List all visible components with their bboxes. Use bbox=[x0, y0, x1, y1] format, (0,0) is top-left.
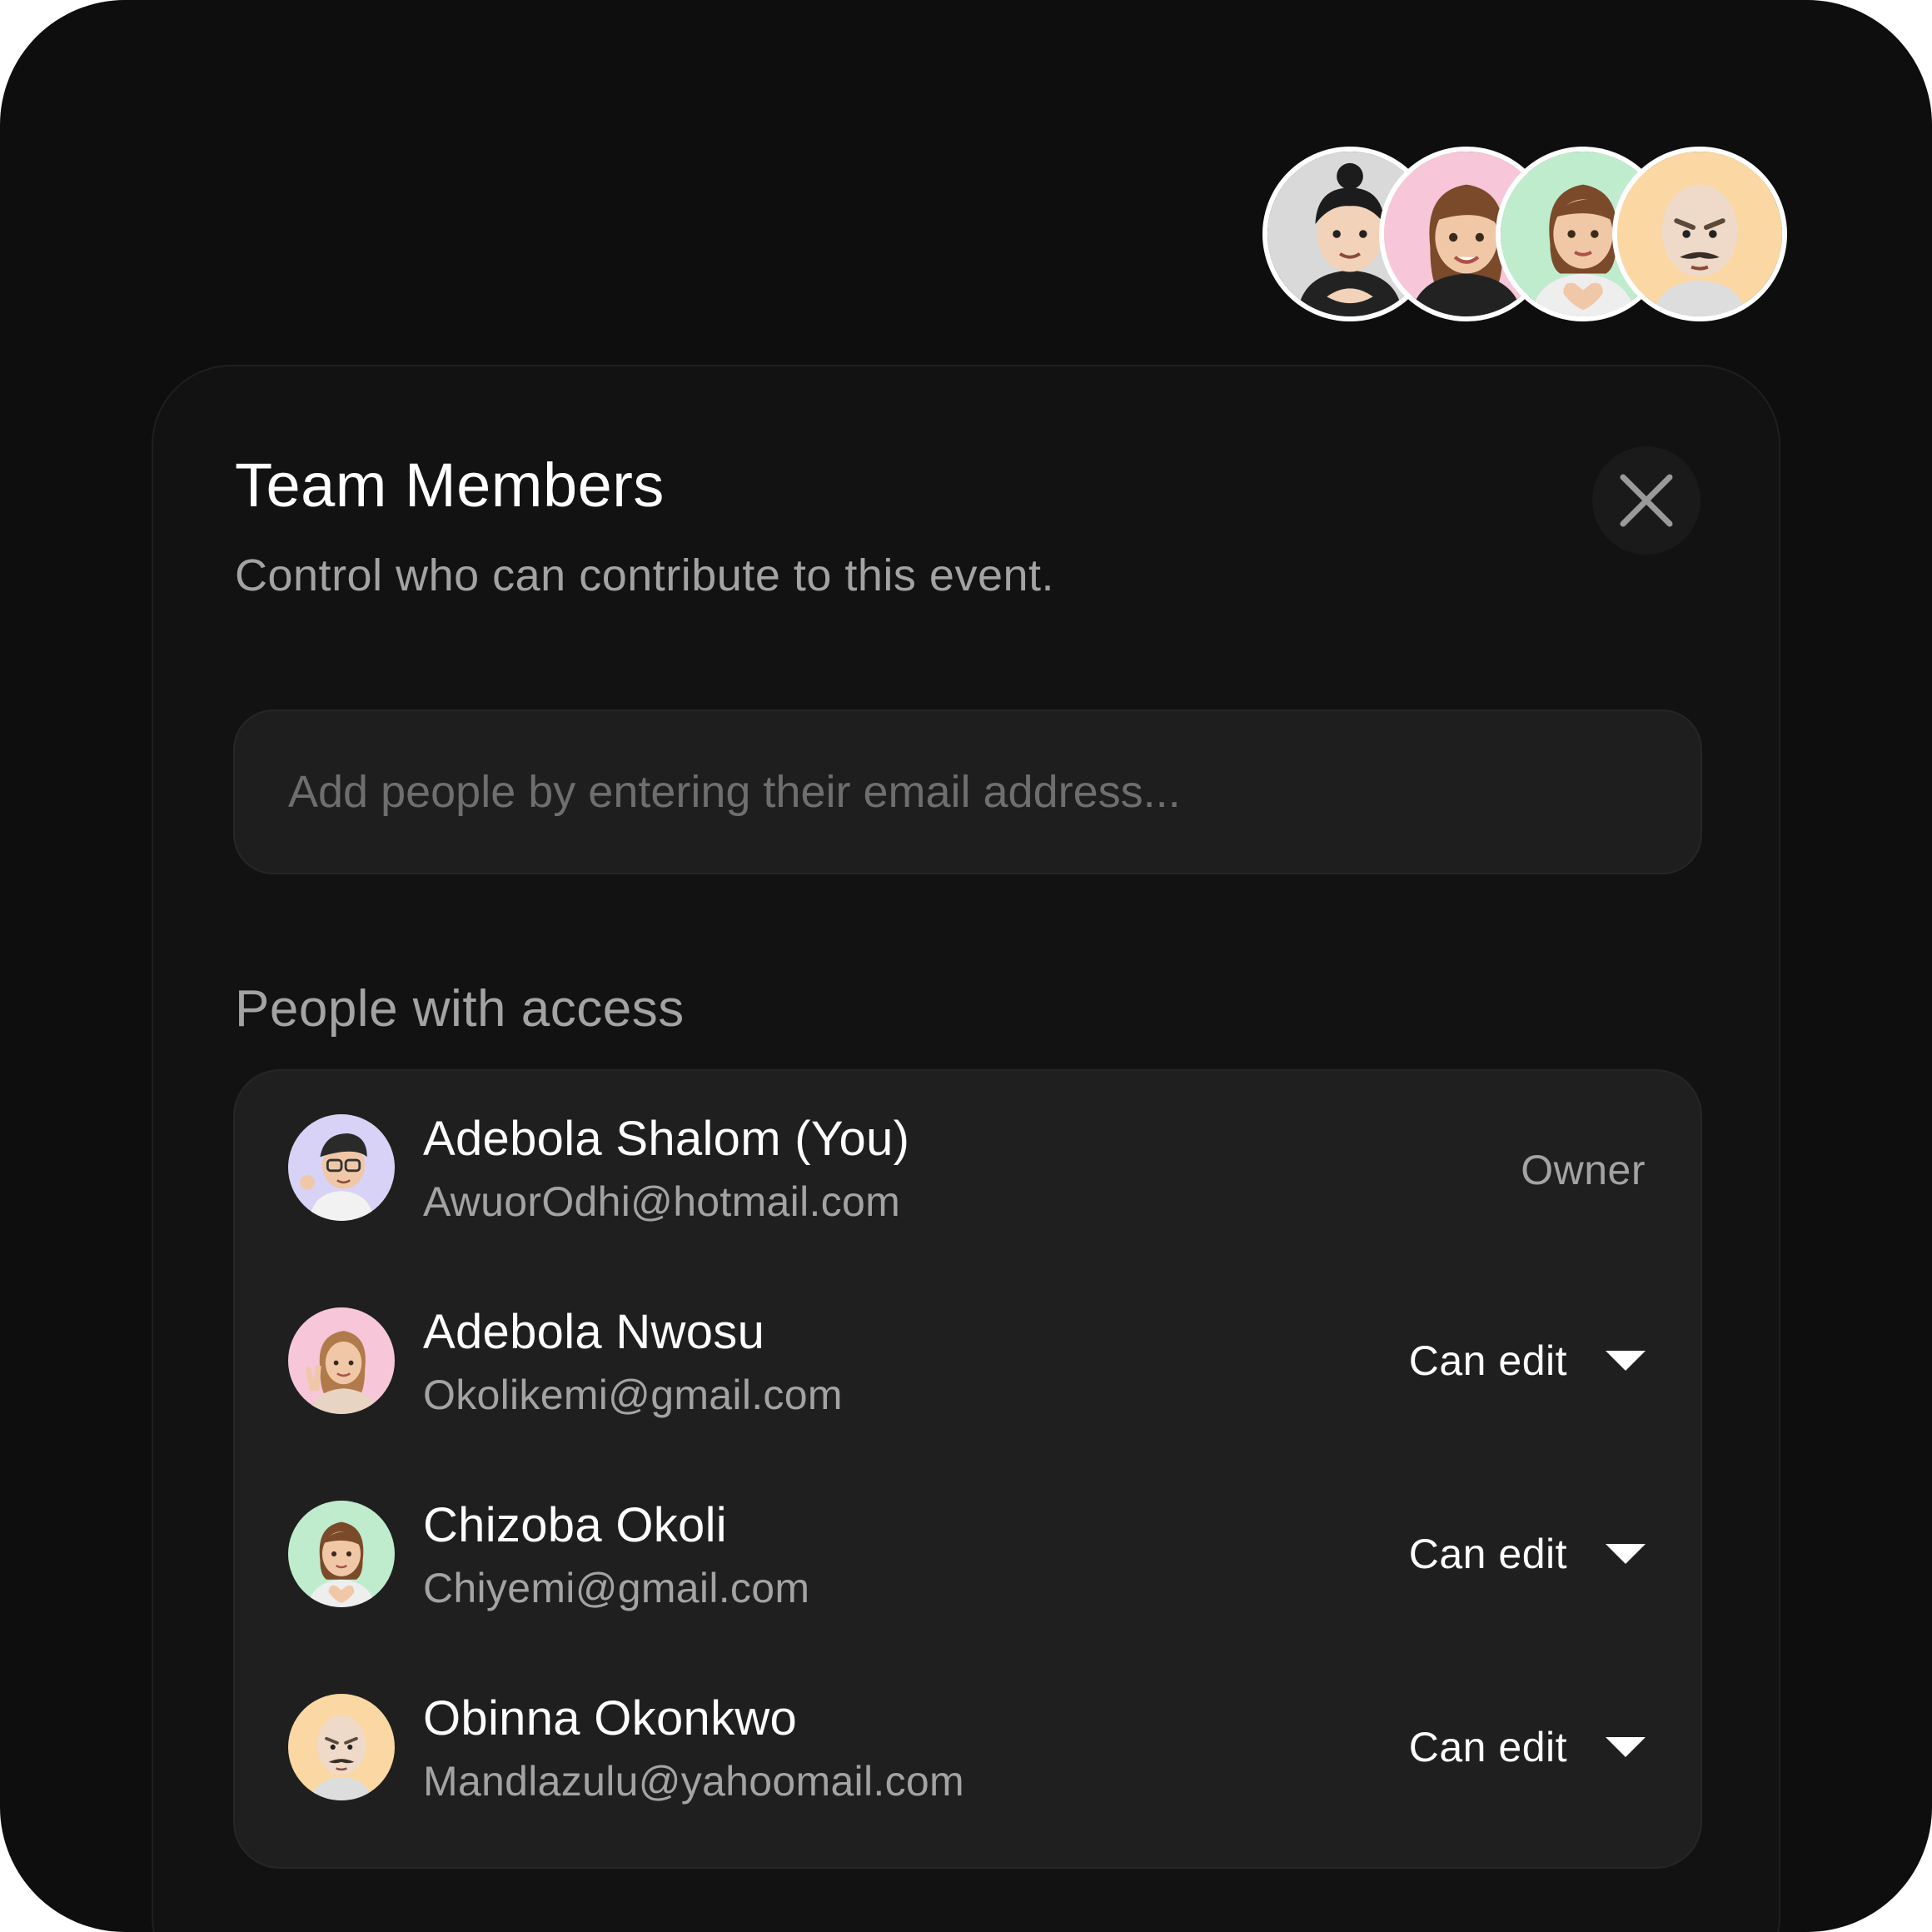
team-members-dialog: Team Members Control who can contribute … bbox=[152, 365, 1780, 1932]
people-with-access-label: People with access bbox=[235, 980, 685, 1038]
dialog-title: Team Members bbox=[235, 451, 665, 520]
memoji-bald-man-avatar bbox=[288, 1694, 395, 1800]
avatar bbox=[288, 1114, 395, 1221]
list-item: Obinna Okonkwo Mandlazulu@yahoomail.com … bbox=[235, 1651, 1700, 1844]
chevron-down-icon bbox=[1606, 1351, 1646, 1371]
avatar bbox=[288, 1694, 395, 1800]
app-frame: Team Members Control who can contribute … bbox=[0, 0, 1932, 1932]
role-dropdown[interactable]: Can edit bbox=[1409, 1519, 1646, 1589]
member-email: Okolikemi@gmail.com bbox=[423, 1372, 843, 1418]
people-list: Adebola Shalom (You) AwuorOdhi@hotmail.c… bbox=[233, 1069, 1702, 1869]
close-icon bbox=[1620, 474, 1673, 527]
avatar bbox=[288, 1307, 395, 1414]
avatar bbox=[288, 1501, 395, 1607]
chevron-down-icon bbox=[1606, 1544, 1646, 1564]
member-email: Mandlazulu@yahoomail.com bbox=[423, 1758, 964, 1805]
close-button[interactable] bbox=[1592, 446, 1700, 555]
member-name: Chizoba Okoli bbox=[423, 1498, 727, 1552]
dialog-subtitle: Control who can contribute to this event… bbox=[235, 550, 1055, 600]
memoji-glasses-avatar bbox=[288, 1114, 395, 1221]
role-dropdown[interactable]: Can edit bbox=[1409, 1326, 1646, 1396]
member-name: Obinna Okonkwo bbox=[423, 1691, 798, 1745]
memoji-bald-man-avatar bbox=[1617, 152, 1782, 316]
chevron-down-icon bbox=[1606, 1737, 1646, 1757]
role-dropdown[interactable]: Can edit bbox=[1409, 1712, 1646, 1782]
member-email: Chiyemi@gmail.com bbox=[423, 1565, 810, 1611]
list-item: Chizoba Okoli Chiyemi@gmail.com Can edit bbox=[235, 1457, 1700, 1651]
role-label: Can edit bbox=[1408, 1724, 1567, 1770]
owner-role-label: Owner bbox=[1521, 1147, 1646, 1193]
member-avatar-group[interactable] bbox=[1262, 147, 1787, 321]
memoji-peace-sign-avatar bbox=[288, 1307, 395, 1414]
role-label: Can edit bbox=[1408, 1531, 1567, 1577]
memoji-heart-hands-avatar bbox=[288, 1501, 395, 1607]
member-email: AwuorOdhi@hotmail.com bbox=[423, 1178, 901, 1225]
email-invite-input[interactable] bbox=[233, 710, 1702, 874]
list-item: Adebola Shalom (You) AwuorOdhi@hotmail.c… bbox=[235, 1071, 1700, 1264]
member-name: Adebola Nwosu bbox=[423, 1305, 765, 1359]
list-item: Adebola Nwosu Okolikemi@gmail.com Can ed… bbox=[235, 1264, 1700, 1457]
member-name: Adebola Shalom (You) bbox=[423, 1112, 910, 1166]
avatar[interactable] bbox=[1612, 147, 1787, 321]
role-label: Can edit bbox=[1408, 1337, 1567, 1384]
